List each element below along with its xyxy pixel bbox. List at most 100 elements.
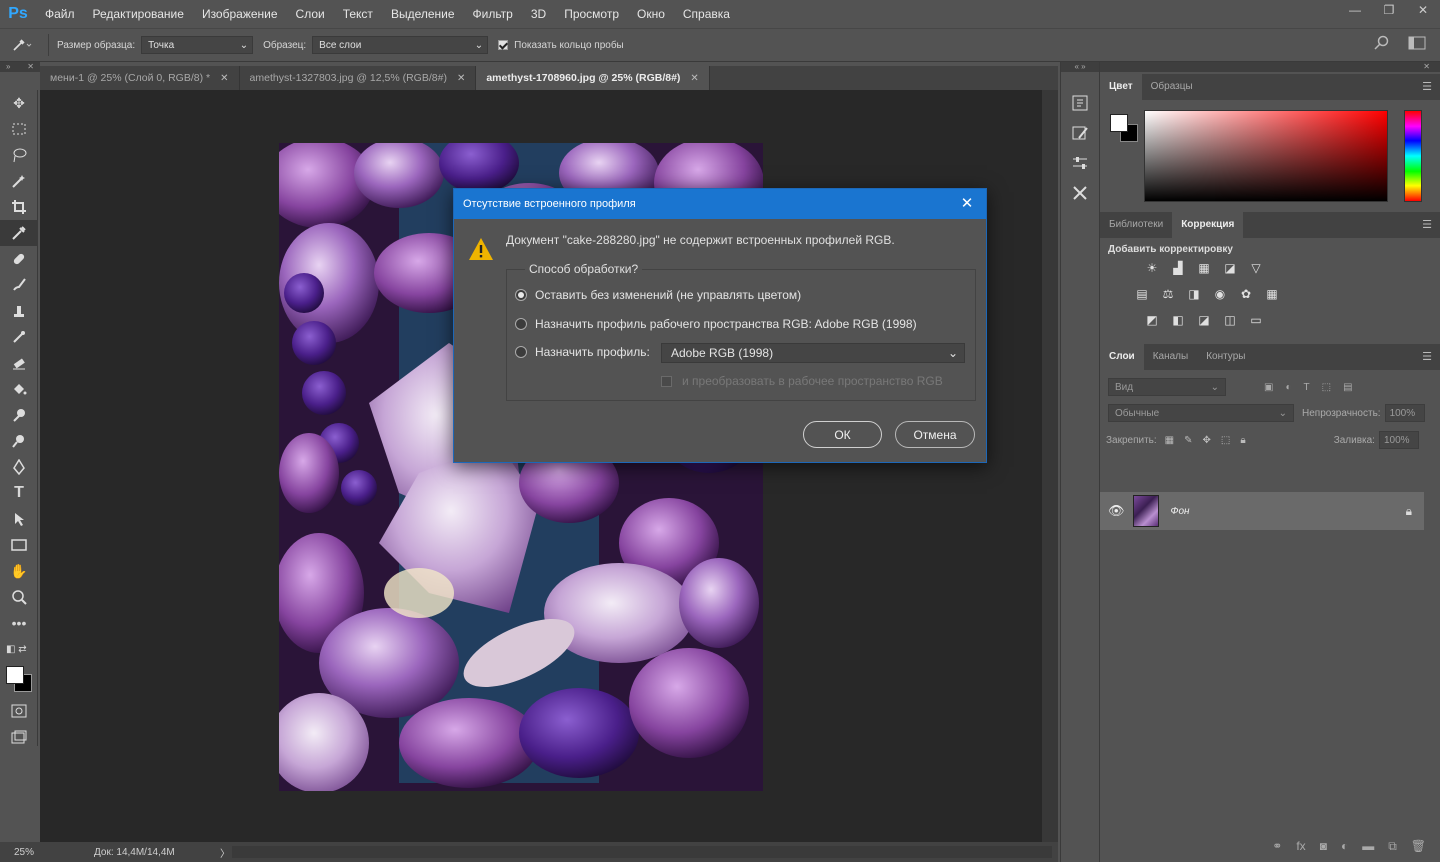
hue-slider[interactable] bbox=[1404, 110, 1422, 202]
tab-libraries[interactable]: Библиотеки bbox=[1100, 212, 1172, 238]
hue-saturation-icon[interactable]: ▤ bbox=[1134, 286, 1150, 302]
marquee-tool-icon[interactable] bbox=[0, 116, 38, 142]
search-icon[interactable] bbox=[1374, 35, 1390, 51]
filter-type-icon[interactable]: T bbox=[1304, 382, 1310, 393]
new-group-icon[interactable]: ▬ bbox=[1362, 839, 1374, 853]
tab-paths[interactable]: Контуры bbox=[1197, 344, 1254, 370]
magic-wand-icon[interactable] bbox=[0, 168, 38, 194]
cancel-button[interactable]: Отмена bbox=[895, 421, 975, 448]
curves-icon[interactable]: ▦ bbox=[1196, 260, 1212, 276]
photo-filter-icon[interactable]: ◉ bbox=[1212, 286, 1228, 302]
workspace-icon[interactable] bbox=[1408, 36, 1426, 50]
posterize-icon[interactable]: ◧ bbox=[1170, 312, 1186, 328]
menu-window[interactable]: Окно bbox=[628, 0, 674, 28]
sample-size-select[interactable]: Точка ⌄ bbox=[141, 36, 254, 54]
color-lookup-icon[interactable]: ▦ bbox=[1264, 286, 1280, 302]
quick-mask-icon[interactable] bbox=[0, 698, 38, 724]
eraser-tool-icon[interactable] bbox=[0, 350, 38, 376]
close-icon[interactable]: ✕ bbox=[958, 194, 976, 212]
lock-transparent-icon[interactable]: ▦ bbox=[1165, 435, 1174, 446]
panel-menu-icon[interactable]: ☰ bbox=[1422, 80, 1432, 93]
add-mask-icon[interactable]: ◙ bbox=[1320, 839, 1327, 853]
restore-button[interactable]: ❐ bbox=[1372, 0, 1406, 20]
lock-all-icon[interactable]: 🔒︎ bbox=[1240, 435, 1245, 446]
eyedropper-preset-icon[interactable] bbox=[0, 30, 44, 60]
layer-filter-select[interactable]: Вид ⌄ bbox=[1108, 378, 1226, 396]
menu-select[interactable]: Выделение bbox=[382, 0, 464, 28]
close-icon[interactable]: ✕ bbox=[27, 62, 34, 72]
vertical-scrollbar[interactable] bbox=[1042, 90, 1058, 842]
tab-document-3[interactable]: amethyst-1708960.jpg @ 25% (RGB/8#) ✕ bbox=[476, 66, 710, 90]
invert-icon[interactable]: ◩ bbox=[1144, 312, 1160, 328]
fx-icon[interactable]: fx bbox=[1296, 839, 1305, 853]
menu-3d[interactable]: 3D bbox=[522, 0, 555, 28]
menu-view[interactable]: Просмотр bbox=[555, 0, 628, 28]
menu-filter[interactable]: Фильтр bbox=[464, 0, 522, 28]
option-assign-profile[interactable]: Назначить профиль: bbox=[515, 345, 650, 359]
opacity-field[interactable]: 100% bbox=[1384, 404, 1425, 422]
tab-color[interactable]: Цвет bbox=[1100, 74, 1142, 100]
close-icon[interactable]: ✕ bbox=[220, 73, 228, 84]
history-brush-icon[interactable] bbox=[0, 324, 38, 350]
lock-position-icon[interactable]: ✥ bbox=[1203, 435, 1211, 446]
channel-mixer-icon[interactable]: ✿ bbox=[1238, 286, 1254, 302]
path-selection-icon[interactable] bbox=[0, 506, 38, 532]
filter-smart-icon[interactable]: ▤ bbox=[1343, 382, 1352, 393]
close-icon[interactable]: ✕ bbox=[690, 73, 698, 84]
filter-shape-icon[interactable]: ⬚ bbox=[1322, 382, 1331, 393]
sample-select[interactable]: Все слои ⌄ bbox=[312, 36, 489, 54]
minimize-button[interactable]: — bbox=[1338, 0, 1372, 20]
clone-stamp-icon[interactable] bbox=[0, 298, 38, 324]
close-icon[interactable]: ✕ bbox=[457, 73, 465, 84]
vibrance-icon[interactable]: ▽ bbox=[1248, 260, 1264, 276]
tab-swatches[interactable]: Образцы bbox=[1142, 74, 1202, 100]
lock-paint-icon[interactable]: ✎ bbox=[1184, 435, 1192, 446]
brightness-icon[interactable]: ☀ bbox=[1144, 260, 1160, 276]
menu-help[interactable]: Справка bbox=[674, 0, 739, 28]
link-layers-icon[interactable]: ⚭ bbox=[1272, 839, 1282, 853]
swap-colors-icon[interactable]: ◧ ⇄ bbox=[0, 636, 38, 662]
paint-bucket-icon[interactable] bbox=[0, 376, 38, 402]
history-panel-icon[interactable] bbox=[1061, 88, 1099, 118]
lock-artboard-icon[interactable]: ⬚ bbox=[1221, 435, 1230, 446]
tab-adjustments[interactable]: Коррекция bbox=[1172, 212, 1244, 238]
adjustments-sliders-icon[interactable] bbox=[1061, 148, 1099, 178]
more-tools-icon[interactable]: ••• bbox=[0, 610, 38, 636]
panel-menu-icon[interactable]: ☰ bbox=[1422, 218, 1432, 231]
threshold-icon[interactable]: ◪ bbox=[1196, 312, 1212, 328]
tools-settings-icon[interactable] bbox=[1061, 178, 1099, 208]
smudge-tool-icon[interactable] bbox=[0, 402, 38, 428]
dodge-tool-icon[interactable] bbox=[0, 428, 38, 454]
zoom-tool-icon[interactable] bbox=[0, 584, 38, 610]
tab-document-1[interactable]: мени-1 @ 25% (Слой 0, RGB/8) * ✕ bbox=[40, 66, 240, 90]
levels-icon[interactable]: ▟ bbox=[1170, 260, 1186, 276]
ok-button[interactable]: ОК bbox=[803, 421, 882, 448]
new-adjustment-icon[interactable]: ◐ bbox=[1341, 839, 1348, 853]
gradient-map-icon[interactable]: ▭ bbox=[1248, 312, 1264, 328]
menu-edit[interactable]: Редактирование bbox=[84, 0, 193, 28]
radio-assign-profile[interactable] bbox=[515, 346, 527, 358]
hand-tool-icon[interactable]: ✋ bbox=[0, 558, 38, 584]
profile-select[interactable]: Adobe RGB (1998) ⌄ bbox=[661, 343, 965, 363]
color-balance-icon[interactable]: ⚖ bbox=[1160, 286, 1176, 302]
new-layer-icon[interactable]: ⧉ bbox=[1388, 839, 1397, 854]
horizontal-scrollbar[interactable] bbox=[232, 846, 1052, 858]
close-window-button[interactable]: ✕ bbox=[1406, 0, 1440, 20]
pen-tool-icon[interactable] bbox=[0, 454, 38, 480]
zoom-level[interactable]: 25% bbox=[0, 847, 48, 858]
tab-document-2[interactable]: amethyst-1327803.jpg @ 12,5% (RGB/8#) ✕ bbox=[239, 66, 477, 90]
black-white-icon[interactable]: ◨ bbox=[1186, 286, 1202, 302]
layer-name[interactable]: Фон bbox=[1171, 506, 1190, 517]
layer-row-background[interactable]: 👁︎ Фон 🔒︎ bbox=[1100, 492, 1424, 530]
selective-color-icon[interactable]: ◫ bbox=[1222, 312, 1238, 328]
filter-adjustment-icon[interactable]: ◐ bbox=[1285, 382, 1291, 393]
menu-layers[interactable]: Слои bbox=[287, 0, 334, 28]
color-spectrum-picker[interactable] bbox=[1144, 110, 1388, 202]
color-swatches[interactable] bbox=[0, 662, 37, 698]
eyedropper-tool-icon[interactable] bbox=[0, 220, 38, 246]
type-tool-icon[interactable]: T bbox=[0, 480, 38, 506]
healing-brush-icon[interactable] bbox=[0, 246, 38, 272]
panel-menu-icon[interactable]: ☰ bbox=[1422, 350, 1432, 363]
radio-assign-working[interactable] bbox=[515, 318, 527, 330]
brush-settings-icon[interactable] bbox=[1061, 118, 1099, 148]
